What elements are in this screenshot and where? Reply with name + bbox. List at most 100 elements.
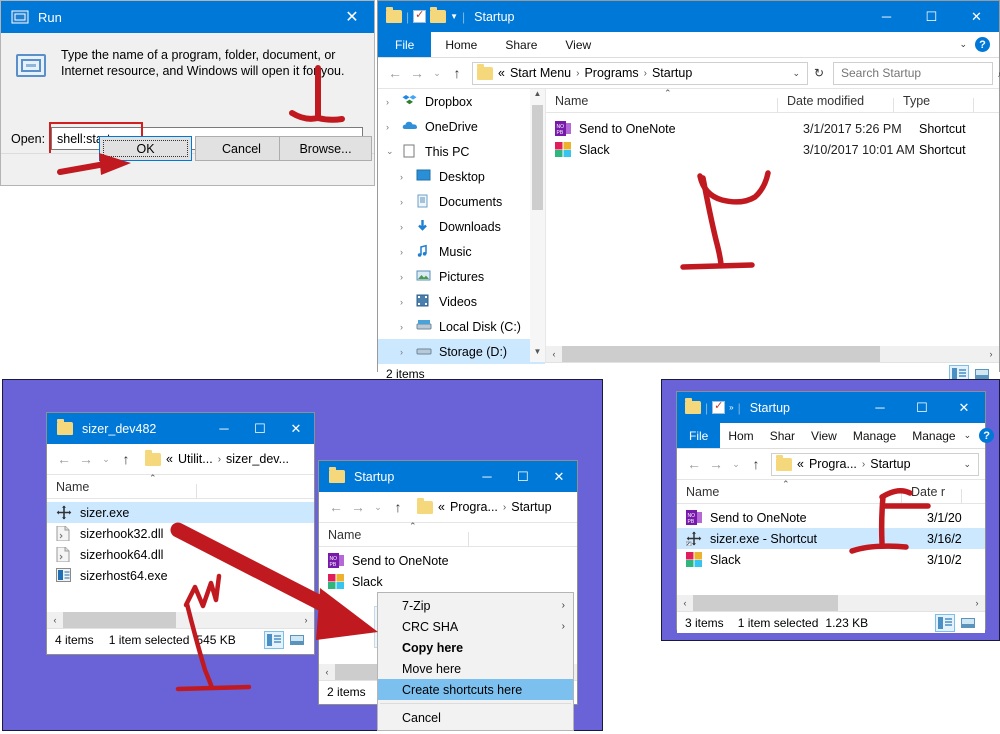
menu-item-crc-sha[interactable]: CRC SHA› [378, 616, 573, 637]
maximize-icon[interactable]: ☐ [909, 1, 954, 32]
column-name[interactable]: Name [677, 485, 902, 499]
back-button[interactable]: ← [384, 65, 406, 81]
close-icon[interactable]: ✕ [330, 1, 374, 33]
scroll-thumb[interactable] [693, 595, 838, 611]
large-icons-view-icon[interactable] [958, 614, 978, 632]
horizontal-scrollbar[interactable]: ‹ › [677, 595, 985, 611]
large-icons-view-icon[interactable] [287, 631, 307, 649]
menu-item-move-here[interactable]: Move here [378, 658, 573, 679]
nav-item-pictures[interactable]: ›Pictures [378, 264, 545, 289]
tab-view[interactable]: View [551, 32, 605, 57]
menu-item-cancel[interactable]: Cancel [378, 707, 573, 728]
minimize-icon[interactable]: ─ [206, 413, 242, 444]
minimize-icon[interactable]: ─ [864, 1, 909, 32]
minimize-icon[interactable]: ─ [469, 461, 505, 492]
help-icon[interactable]: ? [979, 428, 994, 443]
close-icon[interactable]: ✕ [541, 461, 577, 492]
expander-icon[interactable]: ⌄ [386, 146, 402, 157]
expander-icon[interactable]: › [400, 172, 416, 182]
details-view-icon[interactable] [264, 631, 284, 649]
properties-checkbox-icon[interactable] [712, 401, 725, 414]
column-date-modified[interactable]: Date modified [778, 94, 894, 108]
maximize-icon[interactable]: ☐ [242, 413, 278, 444]
nav-item-local-disk-c[interactable]: ›Local Disk (C:) [378, 314, 545, 339]
ok-button[interactable]: OK [99, 136, 192, 161]
column-name[interactable]: Name [546, 94, 778, 108]
column-name[interactable]: Name [319, 528, 469, 542]
nav-item-onedrive[interactable]: ›OneDrive [378, 114, 545, 139]
expander-icon[interactable]: › [400, 322, 416, 332]
tab-share[interactable]: Share [491, 32, 551, 57]
back-button[interactable]: ← [53, 451, 75, 467]
breadcrumb-item-startup[interactable]: Startup [870, 457, 910, 471]
breadcrumb-item-startup[interactable]: Startup [511, 500, 551, 514]
back-button[interactable]: ← [683, 456, 705, 472]
recent-locations-button[interactable]: ⌄ [97, 454, 115, 465]
new-folder-icon[interactable] [430, 10, 446, 23]
table-row[interactable]: sizer.exe - Shortcut 3/16/2 [677, 528, 985, 549]
expander-icon[interactable]: › [386, 97, 402, 107]
cancel-button[interactable]: Cancel [195, 136, 288, 161]
table-row[interactable]: Slack 3/10/2017 10:01 AM Shortcut [546, 139, 999, 160]
up-button[interactable]: ↑ [745, 456, 767, 472]
back-button[interactable]: ← [325, 499, 347, 515]
tab-share[interactable]: Shar [762, 423, 803, 448]
quick-access-toolbar[interactable]: | ▼ | [386, 10, 465, 24]
quick-access-toolbar[interactable]: | » | [685, 401, 741, 415]
scroll-thumb[interactable] [562, 346, 880, 362]
nav-item-documents[interactable]: ›Documents [378, 189, 545, 214]
breadcrumb-item-start-menu[interactable]: Start Menu [510, 66, 571, 80]
expander-icon[interactable]: › [400, 347, 416, 357]
chevron-down-icon[interactable]: ⌄ [959, 39, 967, 50]
scroll-left-icon[interactable]: ‹ [319, 667, 335, 677]
table-row[interactable]: sizer.exe [47, 502, 314, 523]
breadcrumb[interactable]: « Progra... › Startup [413, 496, 571, 519]
table-row[interactable]: sizerhook64.dll [47, 544, 314, 565]
table-row[interactable]: NOPB Send to OneNote [319, 550, 577, 571]
up-button[interactable]: ↑ [115, 451, 137, 467]
horizontal-scrollbar[interactable]: ‹ › [47, 612, 314, 628]
breadcrumb-item-programs[interactable]: Programs [584, 66, 638, 80]
tab-manage-application[interactable]: Manage [845, 423, 904, 448]
minimize-icon[interactable]: ─ [859, 392, 901, 423]
breadcrumb-overflow[interactable]: « [438, 500, 445, 514]
up-button[interactable]: ↑ [446, 65, 468, 81]
expander-icon[interactable]: › [400, 247, 416, 257]
scroll-left-icon[interactable]: ‹ [47, 615, 63, 625]
search-box[interactable]: ⌕ [833, 62, 993, 85]
refresh-icon[interactable]: ↻ [808, 66, 830, 80]
scroll-track[interactable] [693, 595, 969, 611]
breadcrumb[interactable]: « Start Menu › Programs › Startup ⌄ [472, 62, 808, 85]
scroll-right-icon[interactable]: › [983, 349, 999, 359]
tab-file[interactable]: File [677, 423, 720, 448]
breadcrumb-overflow[interactable]: « [498, 66, 505, 80]
table-row[interactable]: sizerhost64.exe [47, 565, 314, 586]
breadcrumb-item-startup[interactable]: Startup [652, 66, 692, 80]
column-type[interactable]: Type [894, 94, 974, 108]
close-icon[interactable]: ✕ [943, 392, 985, 423]
maximize-icon[interactable]: ☐ [901, 392, 943, 423]
breadcrumb-item-sizer-dev[interactable]: sizer_dev... [226, 452, 289, 466]
search-input[interactable] [839, 65, 998, 81]
more-chevron-icon[interactable]: » [729, 403, 733, 412]
expander-icon[interactable]: › [400, 272, 416, 282]
tab-manage-shortcut[interactable]: Manage [904, 423, 963, 448]
nav-item-music[interactable]: ›Music [378, 239, 545, 264]
properties-checkbox-icon[interactable] [413, 10, 426, 23]
breadcrumb-item-programs[interactable]: Progra... [809, 457, 857, 471]
scroll-track[interactable] [562, 346, 983, 362]
nav-pane-scrollbar[interactable]: ▲ ▼ [530, 89, 545, 362]
table-row[interactable]: NOPB Send to OneNote 3/1/2017 5:26 PM Sh… [546, 118, 999, 139]
breadcrumb[interactable]: « Progra... › Startup ⌄ [771, 453, 979, 476]
table-row[interactable]: Slack [319, 571, 577, 592]
help-icon[interactable]: ? [975, 37, 990, 52]
recent-locations-button[interactable]: ⌄ [428, 68, 446, 79]
horizontal-scrollbar[interactable]: ‹ › [546, 346, 999, 362]
menu-item-7zip[interactable]: 7-Zip› [378, 595, 573, 616]
nav-item-storage-d[interactable]: ›Storage (D:) [378, 339, 545, 364]
tab-file[interactable]: File [378, 32, 431, 57]
tab-home[interactable]: Home [431, 32, 491, 57]
up-button[interactable]: ↑ [387, 499, 409, 515]
scroll-right-icon[interactable]: › [969, 598, 985, 608]
chevron-down-icon[interactable]: ⌄ [792, 68, 803, 79]
